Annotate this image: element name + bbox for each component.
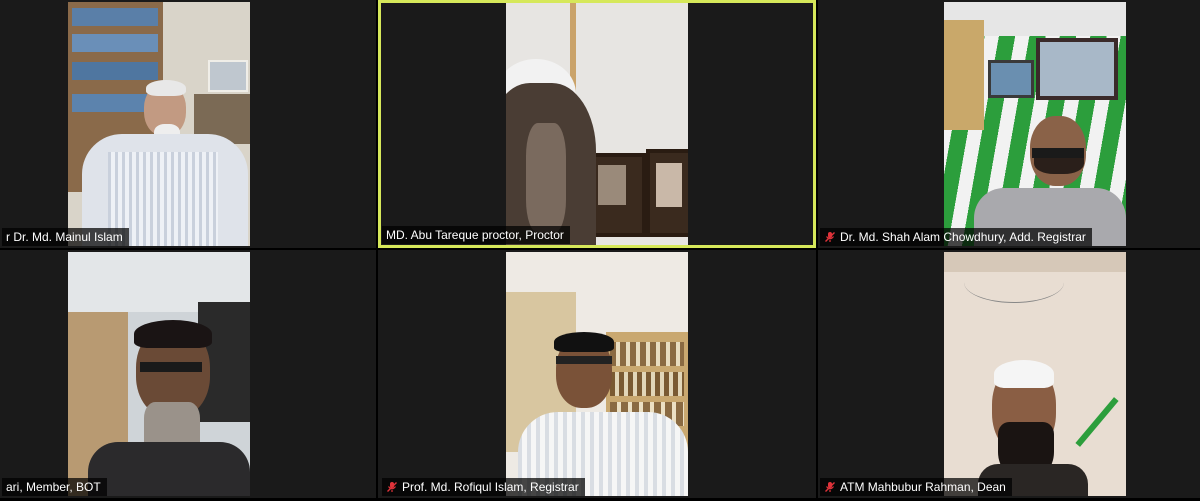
participant-name-tag: ari, Member, BOT (2, 478, 107, 496)
video-tile-2[interactable]: MD. Abu Tareque proctor, Proctor (378, 0, 816, 248)
video-feed-6 (944, 252, 1126, 496)
muted-mic-icon (387, 482, 397, 492)
participant-name: Dr. Md. Shah Alam Chowdhury, Add. Regist… (840, 230, 1086, 244)
muted-mic-icon (825, 482, 835, 492)
participant-name: Prof. Md. Rofiqul Islam, Registrar (402, 480, 579, 494)
participant-name-tag: Prof. Md. Rofiqul Islam, Registrar (382, 478, 585, 496)
participant-name-tag: Dr. Md. Shah Alam Chowdhury, Add. Regist… (820, 228, 1092, 246)
video-feed-4 (68, 252, 250, 496)
video-tile-3[interactable]: Dr. Md. Shah Alam Chowdhury, Add. Regist… (818, 0, 1200, 248)
video-feed-1 (68, 2, 250, 246)
video-feed-2 (506, 3, 688, 245)
participant-name: ATM Mahbubur Rahman, Dean (840, 480, 1006, 494)
participant-name: MD. Abu Tareque proctor, Proctor (386, 228, 564, 242)
participant-name-tag: MD. Abu Tareque proctor, Proctor (382, 226, 570, 244)
video-tile-6[interactable]: ATM Mahbubur Rahman, Dean (818, 250, 1200, 498)
video-tile-4[interactable]: ari, Member, BOT (0, 250, 376, 498)
participant-name-tag: r Dr. Md. Mainul Islam (2, 228, 129, 246)
muted-mic-icon (825, 232, 835, 242)
participant-name: ari, Member, BOT (6, 480, 101, 494)
video-tile-5[interactable]: Prof. Md. Rofiqul Islam, Registrar (378, 250, 816, 498)
video-feed-3 (944, 2, 1126, 246)
participant-name-tag: ATM Mahbubur Rahman, Dean (820, 478, 1012, 496)
video-tile-1[interactable]: r Dr. Md. Mainul Islam (0, 0, 376, 248)
participant-name: r Dr. Md. Mainul Islam (6, 230, 123, 244)
video-feed-5 (506, 252, 688, 496)
